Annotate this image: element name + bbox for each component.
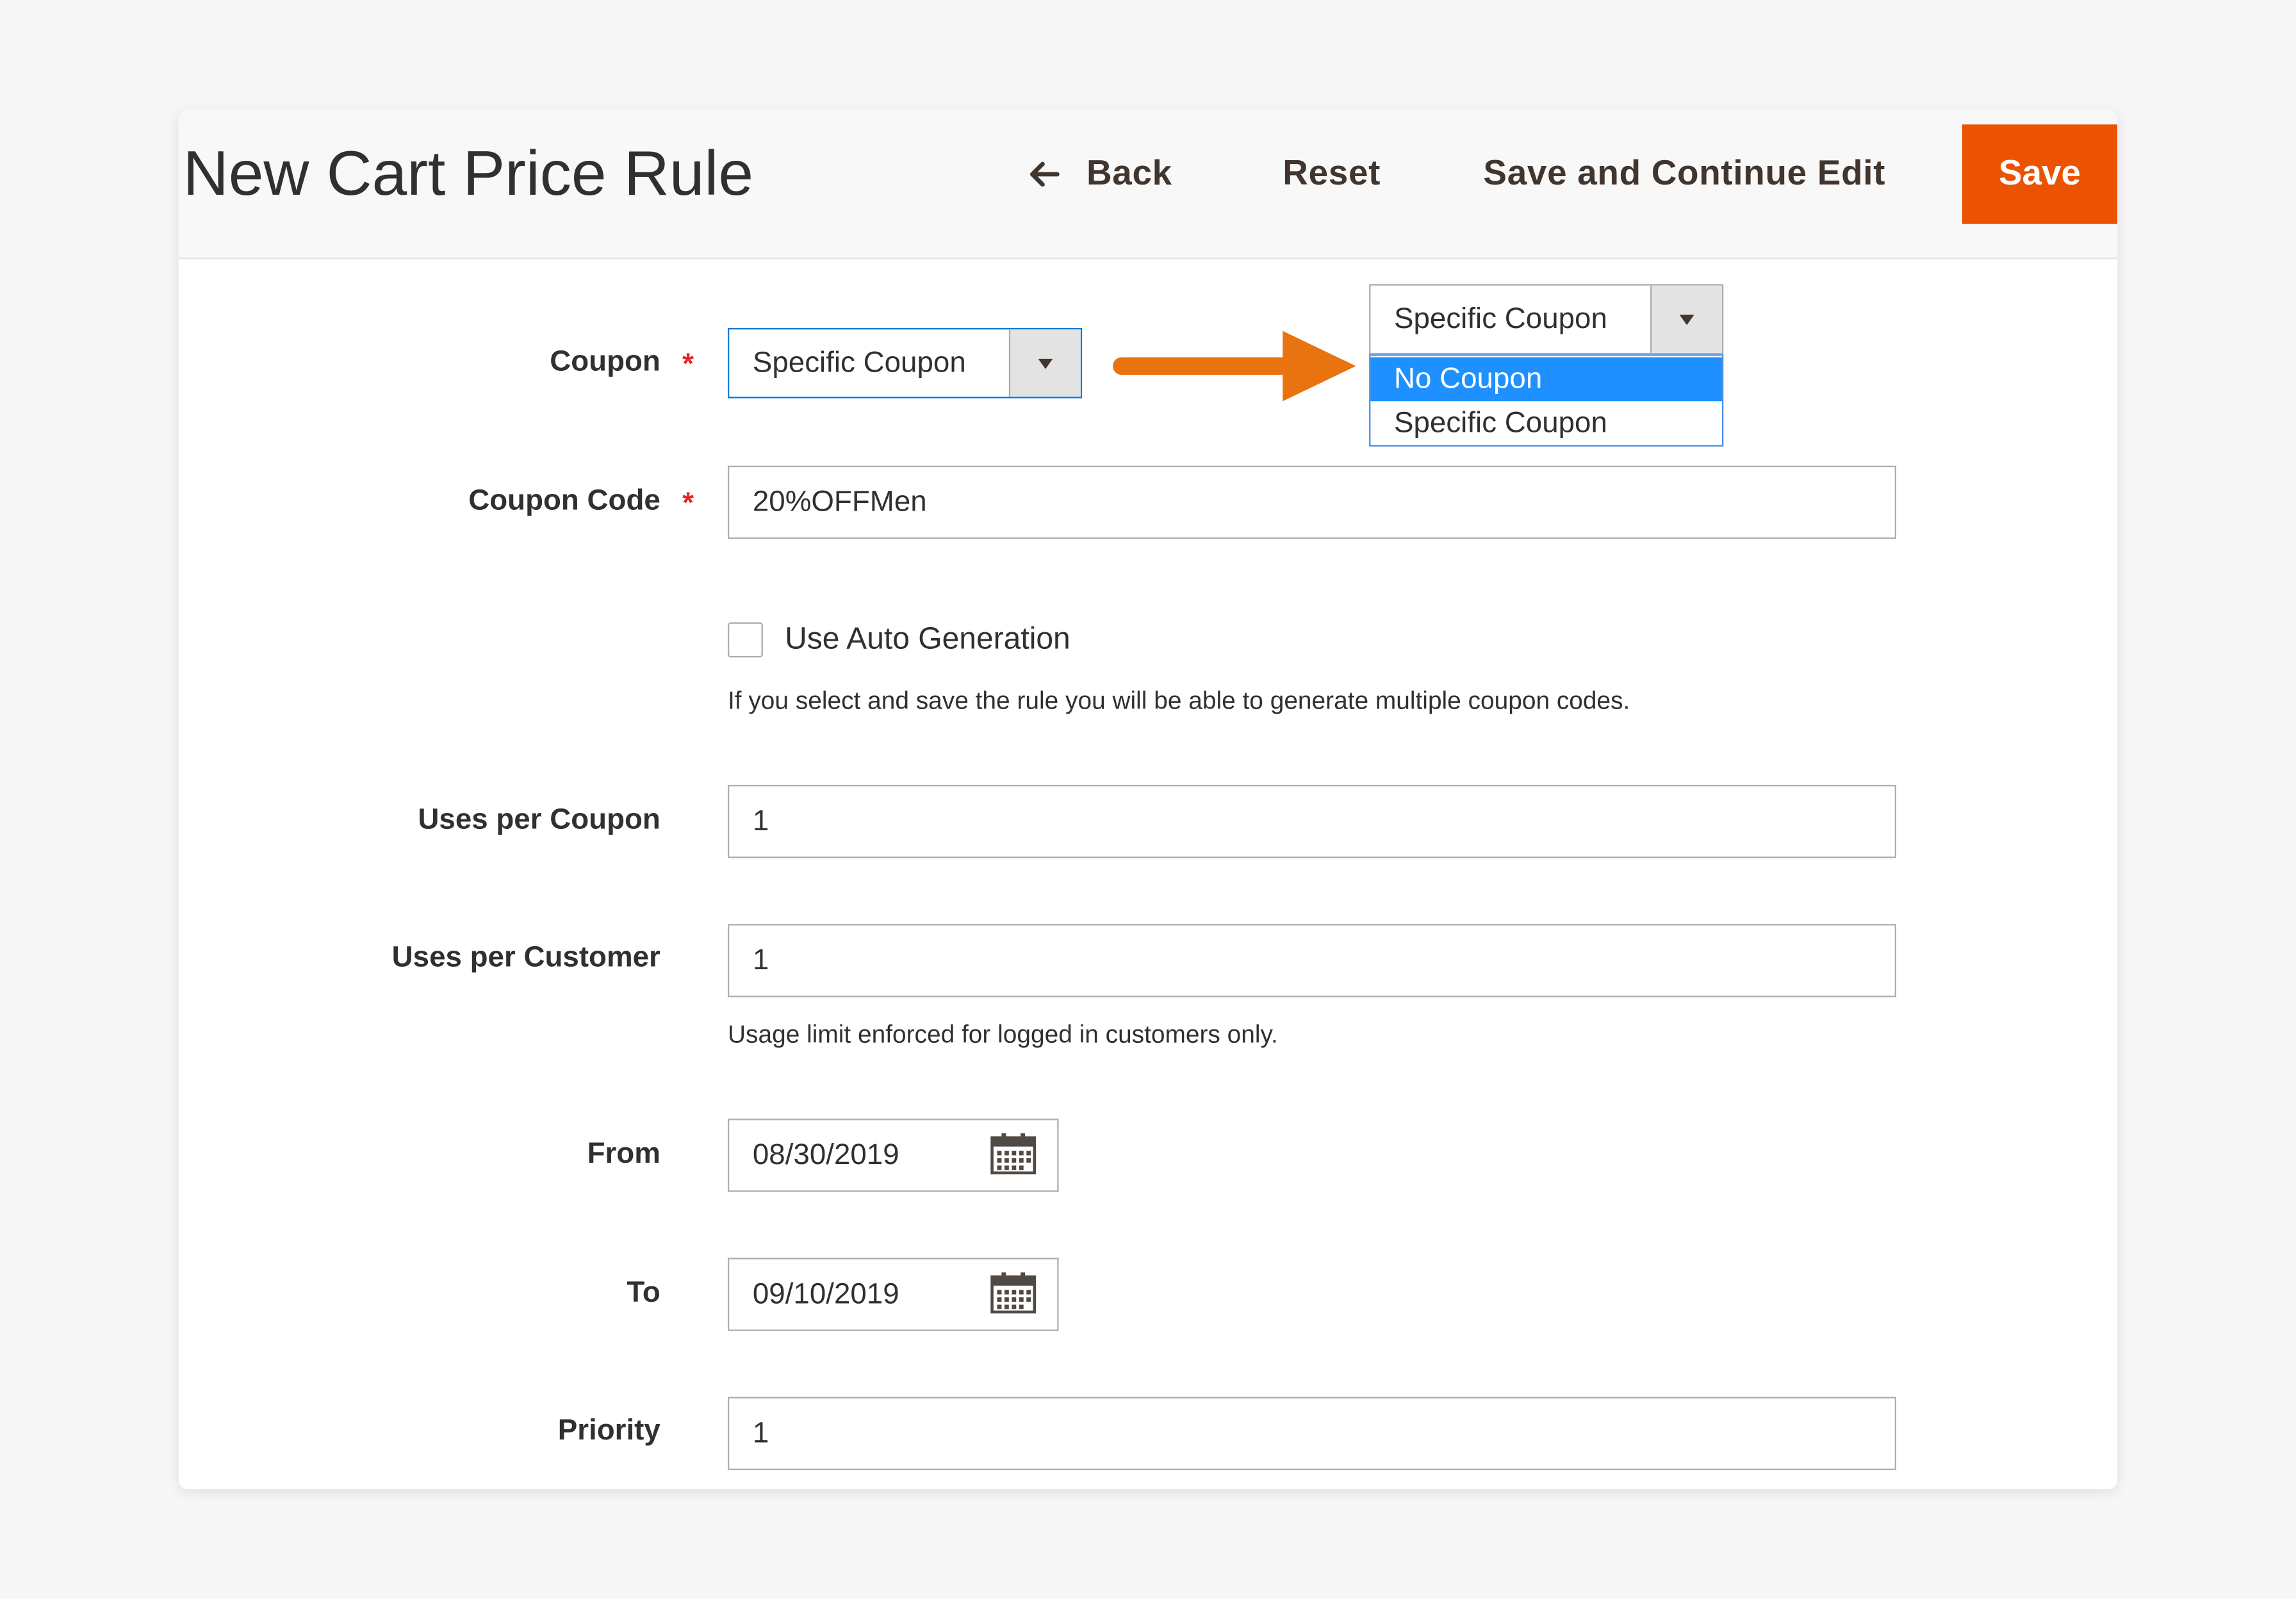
reset-button[interactable]: Reset [1283, 151, 1381, 197]
option-specific-coupon[interactable]: Specific Coupon [1370, 401, 1722, 445]
caret-down-icon [1008, 329, 1081, 397]
coupon-required-mark: * [682, 348, 694, 381]
save-and-continue-button[interactable]: Save and Continue Edit [1483, 151, 1885, 197]
back-button[interactable]: Back [1028, 151, 1172, 197]
calendar-icon[interactable] [990, 1132, 1037, 1176]
coupon-code-input[interactable]: 20%OFFMen [727, 465, 1896, 539]
coupon-label: Coupon [550, 345, 660, 378]
coupon-code-label: Coupon Code [468, 484, 660, 517]
uses-per-customer-label: Uses per Customer [391, 941, 660, 974]
coupon-select[interactable]: Specific Coupon [727, 327, 1083, 398]
use-auto-generation-label: Use Auto Generation [785, 622, 1070, 656]
annotation-arrow-icon [1113, 331, 1356, 402]
coupon-dropdown-select[interactable]: Specific Coupon [1369, 284, 1724, 355]
option-no-coupon[interactable]: No Coupon [1370, 357, 1722, 402]
arrow-left-icon [1028, 151, 1060, 197]
uses-per-coupon-label: Uses per Coupon [418, 803, 660, 837]
from-label: From [587, 1137, 660, 1170]
page-header: New Cart Price Rule Back Reset Save and … [178, 110, 2118, 259]
save-button[interactable]: Save [1962, 124, 2118, 224]
coupon-dropdown-value: Specific Coupon [1393, 303, 1607, 336]
coupon-dropdown-options: No Coupon Specific Coupon [1369, 354, 1724, 447]
to-label: To [627, 1277, 660, 1309]
priority-label: Priority [557, 1414, 660, 1447]
back-label: Back [1086, 153, 1172, 193]
priority-input[interactable]: 1 [727, 1397, 1896, 1470]
page-title: New Cart Price Rule [183, 139, 753, 209]
calendar-icon[interactable] [990, 1271, 1037, 1315]
coupon-code-required-mark: * [682, 488, 694, 520]
uses-per-customer-input[interactable]: 1 [727, 924, 1896, 997]
caret-down-icon [1650, 285, 1722, 353]
uses-per-coupon-input[interactable]: 1 [727, 785, 1896, 858]
coupon-select-value: Specific Coupon [752, 347, 966, 379]
uses-per-customer-note: Usage limit enforced for logged in custo… [727, 1021, 1278, 1049]
auto-generation-note: If you select and save the rule you will… [727, 686, 1630, 715]
use-auto-generation-checkbox[interactable] [727, 622, 763, 658]
